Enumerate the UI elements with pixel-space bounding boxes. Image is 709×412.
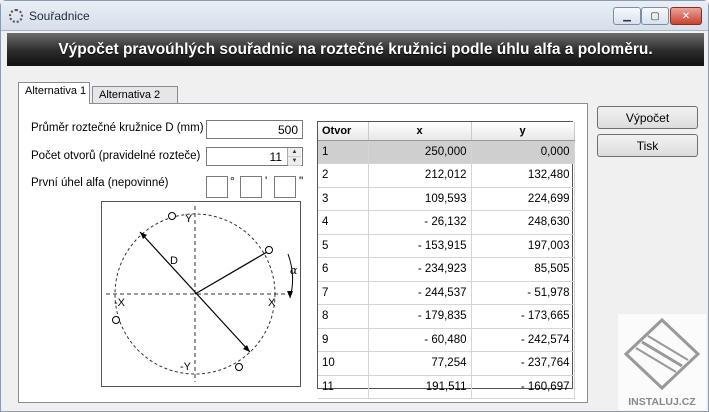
- cell-y[interactable]: - 173,665: [471, 304, 575, 329]
- cell-x[interactable]: 191,511: [368, 375, 472, 399]
- cell-x[interactable]: 77,254: [368, 351, 472, 376]
- label-y-top: Y: [185, 213, 193, 225]
- table-row[interactable]: 3 109,593 224,699: [318, 187, 575, 211]
- table-row[interactable]: 5- 153,915 197,003: [318, 234, 575, 258]
- label-x-left: -X: [114, 297, 126, 309]
- cell-y[interactable]: 248,630: [471, 210, 575, 235]
- cell-otvor[interactable]: 5: [318, 234, 369, 258]
- label-y-bottom: -Y: [180, 361, 192, 373]
- holes-spinner[interactable]: ▲ ▼: [287, 148, 301, 166]
- angle-seconds-input[interactable]: [274, 176, 296, 198]
- hole-marker: [235, 363, 243, 371]
- alpha-arrow-icon: [287, 291, 293, 298]
- table-row[interactable]: 4- 26,132 248,630: [318, 210, 575, 235]
- diameter-label: Průměr roztečné kružnice D (mm): [31, 122, 204, 134]
- cell-y[interactable]: - 160,697: [471, 375, 575, 399]
- angle-degrees-input[interactable]: [206, 176, 228, 198]
- column-header-y[interactable]: y: [471, 122, 575, 141]
- cell-x[interactable]: - 60,480: [368, 328, 472, 352]
- window-title: Souřadnice: [29, 9, 90, 23]
- hole-marker: [112, 316, 120, 324]
- cell-otvor[interactable]: 10: [318, 351, 369, 376]
- table-row[interactable]: 6- 234,923 85,505: [318, 257, 575, 282]
- hole-marker: [265, 246, 273, 254]
- table-header-row: Otvor x y: [318, 122, 575, 141]
- cell-x[interactable]: 250,000: [368, 140, 472, 164]
- compute-button[interactable]: Výpočet: [597, 106, 698, 129]
- cell-otvor[interactable]: 2: [318, 163, 369, 188]
- results-table: Otvor x y 1 250,000 0,000 2 212,012 132,480 3 1…: [318, 122, 575, 399]
- cell-otvor[interactable]: 1: [318, 140, 369, 164]
- app-window: Souřadnice ▁ ▢ ✕ Výpočet pravoúhlých sou…: [0, 0, 709, 412]
- tab-panel-alternativa-1: Průměr roztečné kružnice D (mm) 500 Poče…: [18, 103, 588, 403]
- cell-otvor[interactable]: 11: [318, 375, 369, 399]
- cell-otvor[interactable]: 7: [318, 281, 369, 305]
- hole-marker: [168, 212, 176, 220]
- minimize-button[interactable]: ▁: [613, 7, 641, 25]
- header-banner: Výpočet pravoúhlých souřadnic na roztečn…: [7, 33, 704, 66]
- banner-text: Výpočet pravoúhlých souřadnic na roztečn…: [58, 40, 653, 58]
- spinner-down-icon[interactable]: ▼: [288, 157, 301, 166]
- angle-minutes-input[interactable]: [240, 176, 262, 198]
- cell-y[interactable]: 85,505: [471, 257, 575, 282]
- cell-otvor[interactable]: 9: [318, 328, 369, 352]
- angle-label: První úhel alfa (nepovinné): [31, 177, 169, 189]
- table-row[interactable]: 10 77,254- 237,764: [318, 351, 575, 376]
- cell-x[interactable]: - 234,923: [368, 257, 472, 282]
- title-bar[interactable]: Souřadnice ▁ ▢ ✕: [1, 1, 708, 31]
- pitch-circle-diagram: Y -Y X -X D α: [101, 201, 301, 387]
- tab-alternativa-1[interactable]: Alternativa 1: [18, 82, 90, 104]
- cell-y[interactable]: - 237,764: [471, 351, 575, 376]
- tab-alternativa-2[interactable]: Alternativa 2: [92, 86, 178, 104]
- spinner-up-icon[interactable]: ▲: [288, 148, 301, 157]
- label-x-right: X: [268, 297, 276, 309]
- diameter-input[interactable]: 500: [206, 120, 303, 139]
- label-alpha: α: [290, 264, 298, 277]
- results-grid[interactable]: Otvor x y 1 250,000 0,000 2 212,012 132,480 3 1…: [317, 121, 575, 399]
- print-button[interactable]: Tisk: [597, 134, 698, 157]
- second-symbol: ": [299, 174, 304, 188]
- table-row[interactable]: 8- 179,835- 173,665: [318, 304, 575, 329]
- cell-x[interactable]: - 153,915: [368, 234, 472, 258]
- cell-x[interactable]: - 179,835: [368, 304, 472, 329]
- diagram-svg: Y -Y X -X D α: [106, 206, 298, 382]
- watermark: INSTALUJ.CZ: [618, 314, 706, 410]
- maximize-button[interactable]: ▢: [641, 7, 669, 25]
- cell-otvor[interactable]: 8: [318, 304, 369, 329]
- table-row[interactable]: 7- 244,537- 51,978: [318, 281, 575, 305]
- cell-y[interactable]: - 242,574: [471, 328, 575, 352]
- table-row[interactable]: 1 250,000 0,000: [318, 140, 575, 164]
- cell-otvor[interactable]: 3: [318, 187, 369, 211]
- cell-y[interactable]: 197,003: [471, 234, 575, 258]
- column-header-otvor[interactable]: Otvor: [318, 122, 369, 141]
- cell-y[interactable]: 0,000: [471, 140, 575, 164]
- cell-x[interactable]: - 26,132: [368, 210, 472, 235]
- cell-otvor[interactable]: 4: [318, 210, 369, 235]
- cell-y[interactable]: - 51,978: [471, 281, 575, 305]
- minute-symbol: ': [265, 174, 268, 188]
- app-gear-icon: [9, 9, 23, 23]
- watermark-logo-icon: [623, 317, 701, 391]
- table-body: 1 250,000 0,000 2 212,012 132,480 3 109,593 224,…: [318, 140, 575, 399]
- label-d: D: [170, 255, 178, 267]
- watermark-text: INSTALUJ.CZ: [628, 396, 696, 408]
- table-row[interactable]: 9- 60,480- 242,574: [318, 328, 575, 352]
- table-row[interactable]: 11 191,511- 160,697: [318, 375, 575, 399]
- cell-x[interactable]: 212,012: [368, 163, 472, 188]
- degree-symbol: °: [230, 174, 235, 188]
- radius-line: [194, 251, 268, 295]
- column-header-x[interactable]: x: [368, 122, 472, 141]
- table-row[interactable]: 2 212,012 132,480: [318, 163, 575, 188]
- close-button[interactable]: ✕: [670, 7, 702, 25]
- cell-otvor[interactable]: 6: [318, 257, 369, 282]
- cell-x[interactable]: 109,593: [368, 187, 472, 211]
- holes-label: Počet otvorů (pravidelné rozteče): [31, 150, 201, 162]
- cell-y[interactable]: 132,480: [471, 163, 575, 188]
- cell-x[interactable]: - 244,537: [368, 281, 472, 305]
- cell-y[interactable]: 224,699: [471, 187, 575, 211]
